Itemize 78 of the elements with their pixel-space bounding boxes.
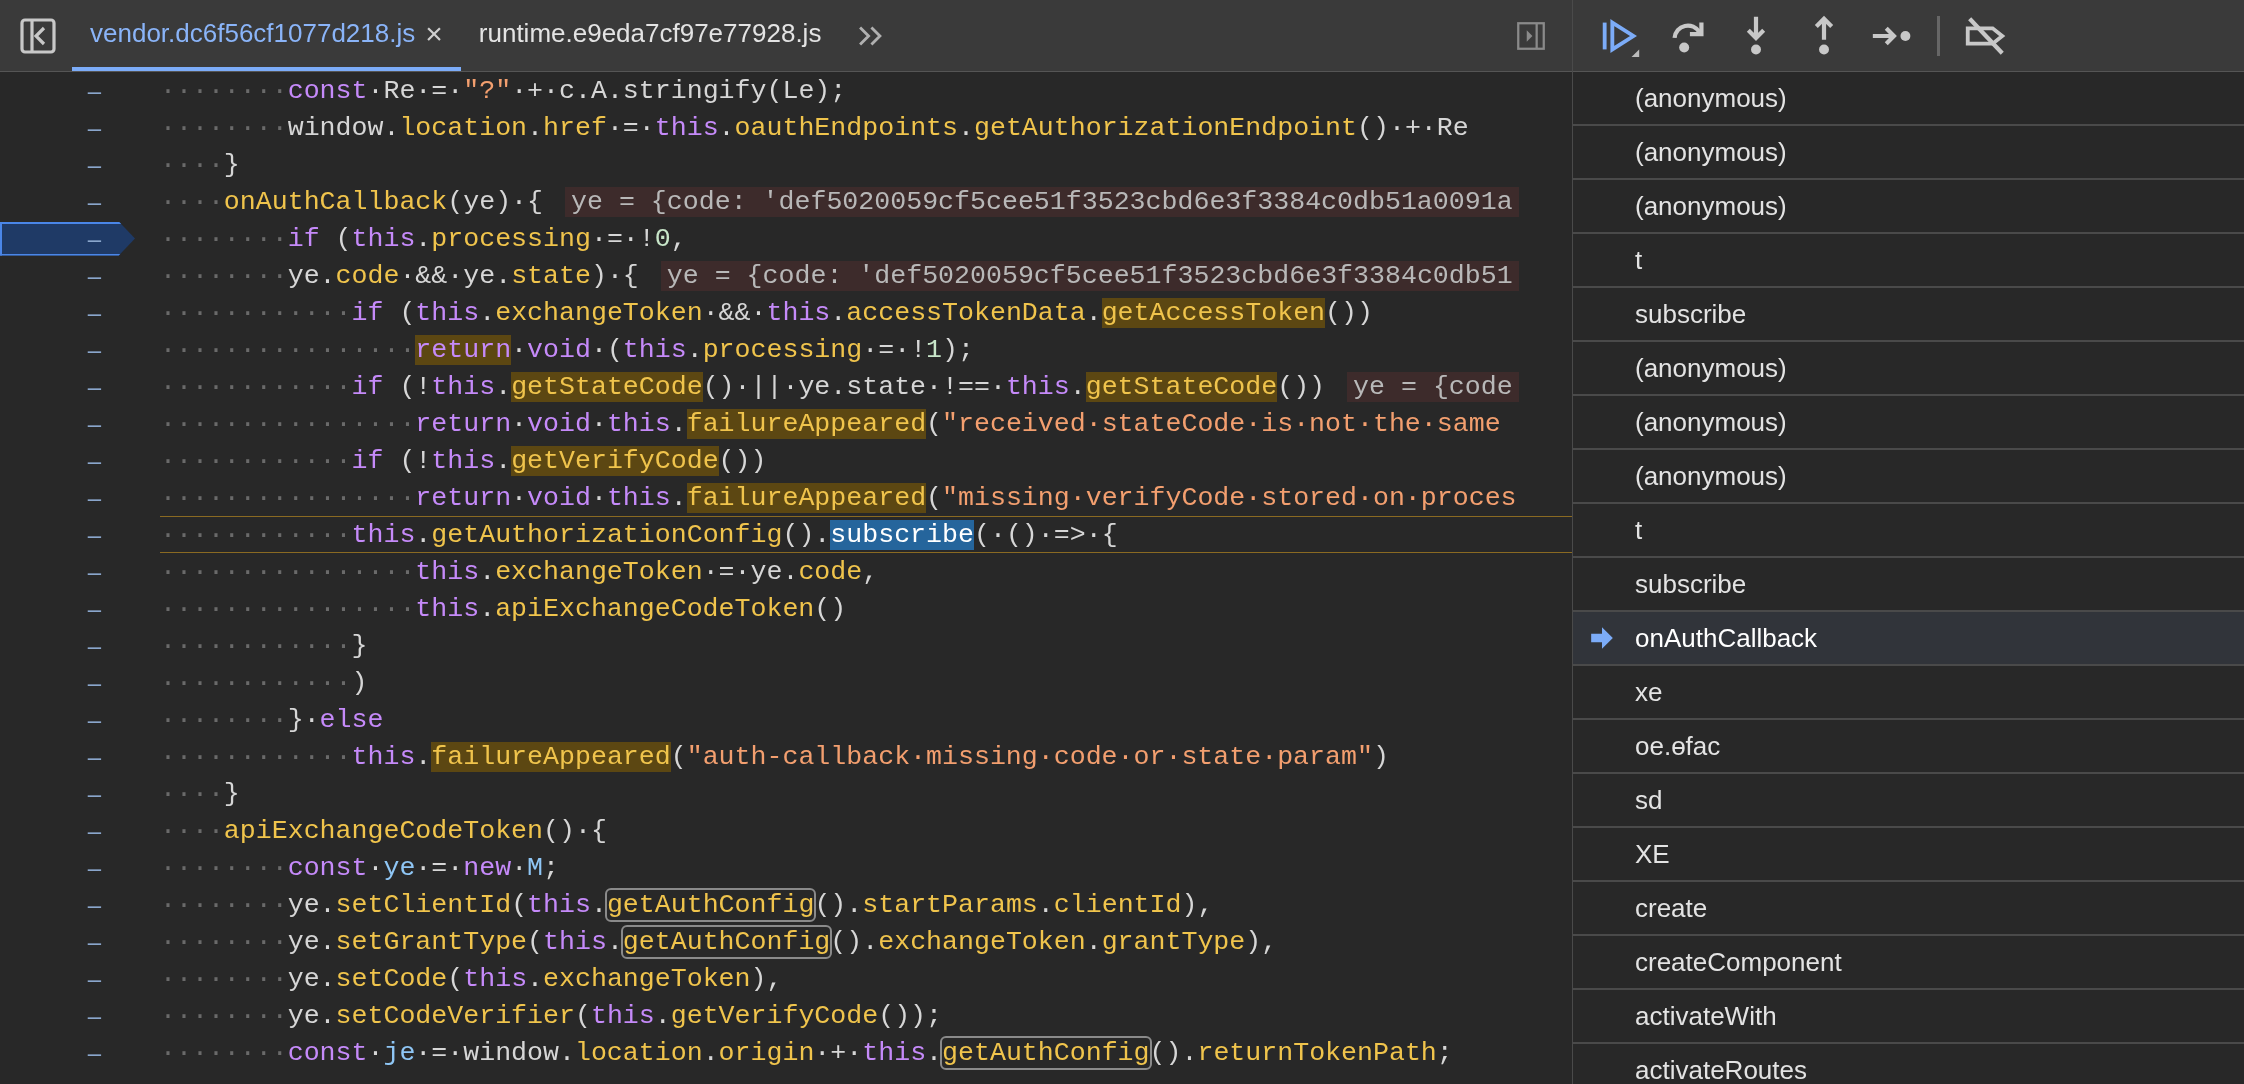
code-line: ········const·je·=·window.location.origin·+·this.getAuthConfig().returnTokenPath; xyxy=(160,1037,1453,1068)
line-marker[interactable]: – xyxy=(0,887,135,922)
line-marker[interactable]: – xyxy=(0,554,135,589)
line-marker[interactable]: – xyxy=(0,517,135,552)
code-line: ········const·Re·=·"?"·+·c.A.stringify(Le); xyxy=(160,75,847,106)
call-frame[interactable]: t xyxy=(1573,234,2244,288)
arrow-icon xyxy=(1589,625,1615,651)
line-marker[interactable]: – xyxy=(0,813,135,848)
call-frame[interactable]: XE xyxy=(1573,828,2244,882)
call-frame[interactable]: createComponent xyxy=(1573,936,2244,990)
code-line: ········window.location.href·=·this.oauthEndpoints.getAuthorizationEndpoint()·+·Re xyxy=(160,112,1469,143)
line-marker[interactable]: – xyxy=(0,147,135,182)
line-marker[interactable]: – xyxy=(0,332,135,367)
line-marker[interactable]: – xyxy=(0,961,135,996)
line-marker[interactable]: – xyxy=(0,258,135,293)
code-line: ········}·else xyxy=(160,704,384,735)
code-line: ················this.apiExchangeCodeToken() xyxy=(160,593,847,624)
line-marker[interactable]: – xyxy=(0,998,135,1033)
inline-value: ye = {code: 'def5020059cf5cee51f3523cbd6e3f3384c0db51a0091a xyxy=(565,186,1519,217)
file-tab[interactable]: vendor.dc6f56cf1077d218.js × xyxy=(72,0,461,71)
line-marker[interactable]: – xyxy=(0,480,135,515)
call-frame[interactable]: t xyxy=(1573,504,2244,558)
call-frame[interactable]: (anonymous) xyxy=(1573,180,2244,234)
code-line: ········ye.setGrantType(this.getAuthConfig().exchangeToken.grantType), xyxy=(160,926,1278,957)
call-frame[interactable]: (anonymous) xyxy=(1573,450,2244,504)
line-marker[interactable]: – xyxy=(0,443,135,478)
line-marker[interactable]: – xyxy=(0,628,135,663)
call-frame[interactable]: onAuthCallback xyxy=(1573,612,2244,666)
line-marker[interactable]: – xyxy=(0,591,135,626)
code-line: ············if (!this.getStateCode()·||·ye.state·!==·this.getStateCode()) xyxy=(160,371,1326,402)
line-marker[interactable]: – xyxy=(0,1035,135,1070)
code-line: ············if (this.exchangeToken·&&·this.accessTokenData.getAccessToken()) xyxy=(160,297,1373,328)
call-frame[interactable]: (anonymous) xyxy=(1573,396,2244,450)
line-marker[interactable]: – xyxy=(0,924,135,959)
code-line: ········const·ye·=·new·M; xyxy=(160,852,560,883)
code-line: ····onAuthCallback(ye)·{ xyxy=(160,186,544,217)
call-frame[interactable]: create xyxy=(1573,882,2244,936)
code-line: ············) xyxy=(160,667,368,698)
line-marker[interactable]: – xyxy=(0,184,135,219)
call-frame[interactable]: xe xyxy=(1573,666,2244,720)
line-marker[interactable]: – xyxy=(0,73,135,108)
call-frame[interactable]: (anonymous) xyxy=(1573,126,2244,180)
call-frame[interactable]: (anonymous) xyxy=(1573,72,2244,126)
code-line: ········if (this.processing·=·!0, xyxy=(160,223,687,254)
code-line: ············this.failureAppeared("auth-callback·missing·code·or·state·param") xyxy=(160,741,1389,772)
code-line: ········ye.setClientId(this.getAuthConfig().startParams.clientId), xyxy=(160,889,1214,920)
call-frame[interactable]: subscribe xyxy=(1573,288,2244,342)
line-marker[interactable]: – xyxy=(0,776,135,811)
inline-value: ye = {code: 'def5020059cf5cee51f3523cbd6e3f3384c0db51 xyxy=(660,260,1519,291)
code-line: ················this.exchangeToken·=·ye.code, xyxy=(160,556,879,587)
line-marker[interactable]: – xyxy=(0,739,135,774)
line-marker[interactable]: – xyxy=(0,110,135,145)
line-marker[interactable]: – xyxy=(0,295,135,330)
call-frame[interactable]: activateRoutes xyxy=(1573,1044,2244,1084)
code-line: ········ye.code·&&·ye.state)·{ xyxy=(160,260,639,291)
close-icon[interactable]: × xyxy=(425,16,443,51)
line-marker[interactable]: – xyxy=(0,702,135,737)
code-line: ················return·void·this.failureAppeared("received·stateCode·is·not·the·same xyxy=(160,408,1501,439)
call-frame[interactable]: (anonymous) xyxy=(1573,342,2244,396)
file-tab[interactable]: runtime.e9eda7cf97e77928.js xyxy=(460,0,840,71)
code-line: ············} xyxy=(160,630,368,661)
line-marker[interactable]: – xyxy=(0,665,135,700)
call-frame[interactable]: oe.ɵfac xyxy=(1573,720,2244,774)
code-line: ····apiExchangeCodeToken()·{ xyxy=(160,815,607,846)
call-frame[interactable]: sd xyxy=(1573,774,2244,828)
line-marker[interactable]: – xyxy=(0,850,135,885)
code-line: ············if (!this.getVerifyCode()) xyxy=(160,445,767,476)
code-line: ········ye.setCodeVerifier(this.getVerifyCode()); xyxy=(160,1000,943,1031)
code-line: ············this.getAuthorizationConfig().subscribe(·()·=>·{ xyxy=(160,519,1118,550)
code-line: ················return·void·(this.processing·=·!1); xyxy=(160,334,974,365)
code-line: ················return·void·this.failureAppeared("missing·verifyCode·stored·on·proces xyxy=(160,482,1517,513)
code-line: ····} xyxy=(160,778,240,809)
call-frame[interactable]: activateWith xyxy=(1573,990,2244,1044)
code-line: ····} xyxy=(160,149,240,180)
code-line: ········ye.setCode(this.exchangeToken), xyxy=(160,963,783,994)
line-marker[interactable]: – xyxy=(0,406,135,441)
line-marker[interactable]: – xyxy=(0,369,135,404)
inline-value: ye = {code xyxy=(1347,371,1519,402)
